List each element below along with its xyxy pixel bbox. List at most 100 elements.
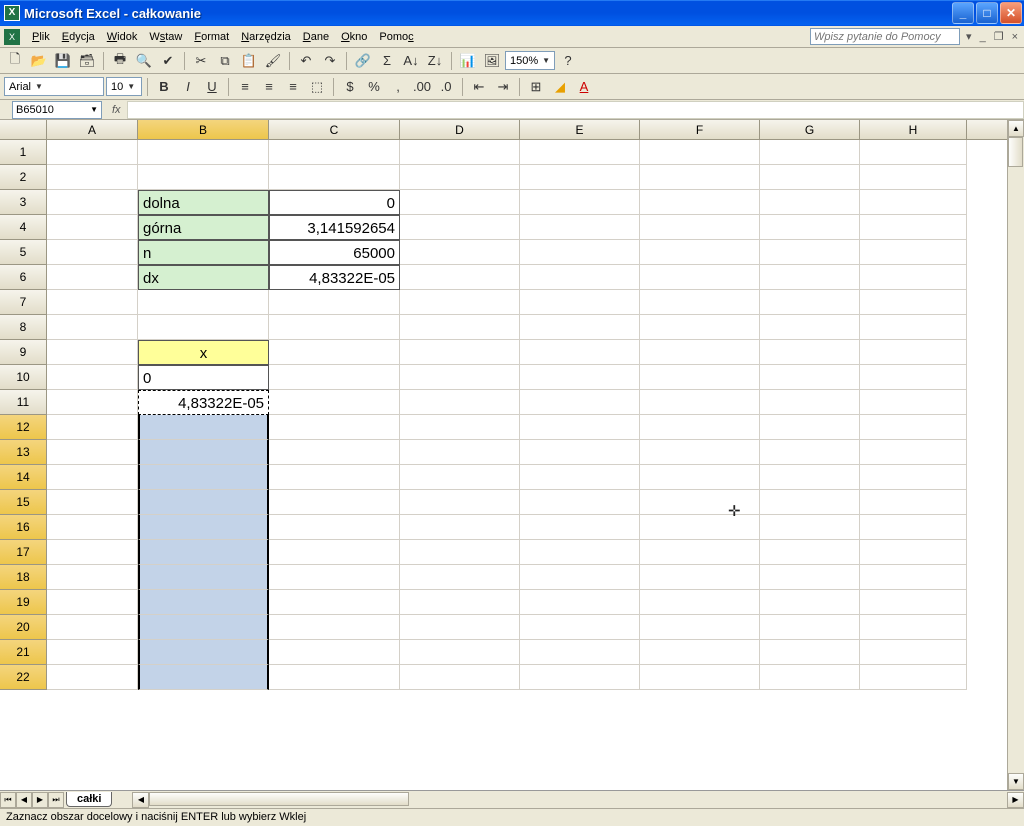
- drawing-icon[interactable]: 🖼: [481, 50, 503, 72]
- row-header-1[interactable]: 1: [0, 140, 47, 165]
- cell-G1[interactable]: [760, 140, 860, 165]
- redo-icon[interactable]: ↷: [319, 50, 341, 72]
- menu-widok[interactable]: Widok: [101, 29, 144, 45]
- cell-A1[interactable]: [47, 140, 138, 165]
- cell-D19[interactable]: [400, 590, 520, 615]
- cell-G22[interactable]: [760, 665, 860, 690]
- fx-icon[interactable]: fx: [106, 104, 127, 116]
- cell-C13[interactable]: [269, 440, 400, 465]
- cell-B19[interactable]: [138, 590, 269, 615]
- cell-A16[interactable]: [47, 515, 138, 540]
- cell-G14[interactable]: [760, 465, 860, 490]
- cell-B11[interactable]: 4,83322E-05: [138, 390, 269, 415]
- cell-B15[interactable]: [138, 490, 269, 515]
- cell-F1[interactable]: [640, 140, 760, 165]
- col-header-F[interactable]: F: [640, 120, 760, 139]
- help-icon[interactable]: ?: [557, 50, 579, 72]
- cell-A22[interactable]: [47, 665, 138, 690]
- cell-F12[interactable]: [640, 415, 760, 440]
- cell-D13[interactable]: [400, 440, 520, 465]
- minimize-button[interactable]: _: [952, 2, 974, 24]
- cell-G2[interactable]: [760, 165, 860, 190]
- row-header-16[interactable]: 16: [0, 515, 47, 540]
- cell-D17[interactable]: [400, 540, 520, 565]
- cell-H19[interactable]: [860, 590, 967, 615]
- autosum-icon[interactable]: Σ: [376, 50, 398, 72]
- cell-F10[interactable]: [640, 365, 760, 390]
- cell-C5[interactable]: 65000: [269, 240, 400, 265]
- fill-color-icon[interactable]: ◢: [549, 76, 571, 98]
- cell-D22[interactable]: [400, 665, 520, 690]
- cell-F15[interactable]: [640, 490, 760, 515]
- cell-B16[interactable]: [138, 515, 269, 540]
- row-header-7[interactable]: 7: [0, 290, 47, 315]
- cell-A17[interactable]: [47, 540, 138, 565]
- col-header-E[interactable]: E: [520, 120, 640, 139]
- font-name-select[interactable]: Arial▼: [4, 77, 104, 96]
- cell-G11[interactable]: [760, 390, 860, 415]
- cell-E8[interactable]: [520, 315, 640, 340]
- cell-E19[interactable]: [520, 590, 640, 615]
- cell-C14[interactable]: [269, 465, 400, 490]
- cell-A20[interactable]: [47, 615, 138, 640]
- cell-H21[interactable]: [860, 640, 967, 665]
- cell-C8[interactable]: [269, 315, 400, 340]
- cell-C7[interactable]: [269, 290, 400, 315]
- formula-input[interactable]: [127, 101, 1024, 119]
- cell-D21[interactable]: [400, 640, 520, 665]
- cell-A18[interactable]: [47, 565, 138, 590]
- row-header-4[interactable]: 4: [0, 215, 47, 240]
- cell-D3[interactable]: [400, 190, 520, 215]
- undo-icon[interactable]: ↶: [295, 50, 317, 72]
- tab-first-icon[interactable]: ⏮: [0, 792, 16, 808]
- cell-A2[interactable]: [47, 165, 138, 190]
- scroll-thumb[interactable]: [1008, 137, 1023, 167]
- align-center-icon[interactable]: ≡: [258, 76, 280, 98]
- cell-G5[interactable]: [760, 240, 860, 265]
- cell-B22[interactable]: [138, 665, 269, 690]
- cell-H8[interactable]: [860, 315, 967, 340]
- cell-C11[interactable]: [269, 390, 400, 415]
- cell-A3[interactable]: [47, 190, 138, 215]
- cell-A15[interactable]: [47, 490, 138, 515]
- mdi-dropdown[interactable]: ▾: [964, 30, 974, 43]
- cell-E4[interactable]: [520, 215, 640, 240]
- cell-F17[interactable]: [640, 540, 760, 565]
- cell-C4[interactable]: 3,141592654: [269, 215, 400, 240]
- cell-A13[interactable]: [47, 440, 138, 465]
- cell-C10[interactable]: [269, 365, 400, 390]
- cell-D5[interactable]: [400, 240, 520, 265]
- cell-F14[interactable]: [640, 465, 760, 490]
- cell-A5[interactable]: [47, 240, 138, 265]
- cell-F3[interactable]: [640, 190, 760, 215]
- menu-plik[interactable]: Plik: [26, 29, 56, 45]
- cell-H14[interactable]: [860, 465, 967, 490]
- row-header-5[interactable]: 5: [0, 240, 47, 265]
- cell-E14[interactable]: [520, 465, 640, 490]
- mdi-close-button[interactable]: ×: [1010, 31, 1020, 43]
- scroll-down-icon[interactable]: ▼: [1008, 773, 1024, 790]
- scroll-right-icon[interactable]: ▶: [1007, 792, 1024, 808]
- cell-D20[interactable]: [400, 615, 520, 640]
- bold-icon[interactable]: B: [153, 76, 175, 98]
- cell-C15[interactable]: [269, 490, 400, 515]
- cell-E20[interactable]: [520, 615, 640, 640]
- menu-dane[interactable]: Dane: [297, 29, 335, 45]
- cell-G13[interactable]: [760, 440, 860, 465]
- cell-F16[interactable]: [640, 515, 760, 540]
- cell-G9[interactable]: [760, 340, 860, 365]
- cell-D14[interactable]: [400, 465, 520, 490]
- cell-H2[interactable]: [860, 165, 967, 190]
- help-search-input[interactable]: [810, 28, 960, 45]
- cell-G15[interactable]: [760, 490, 860, 515]
- cell-E7[interactable]: [520, 290, 640, 315]
- cell-B13[interactable]: [138, 440, 269, 465]
- menu-format[interactable]: Format: [188, 29, 235, 45]
- format-painter-icon[interactable]: 🖌: [262, 50, 284, 72]
- row-header-10[interactable]: 10: [0, 365, 47, 390]
- cell-G16[interactable]: [760, 515, 860, 540]
- cell-E16[interactable]: [520, 515, 640, 540]
- cell-F9[interactable]: [640, 340, 760, 365]
- sheet-grid[interactable]: A B C D E F G H 123dolna04górna3,1415926…: [0, 120, 1007, 790]
- hyperlink-icon[interactable]: 🔗: [352, 50, 374, 72]
